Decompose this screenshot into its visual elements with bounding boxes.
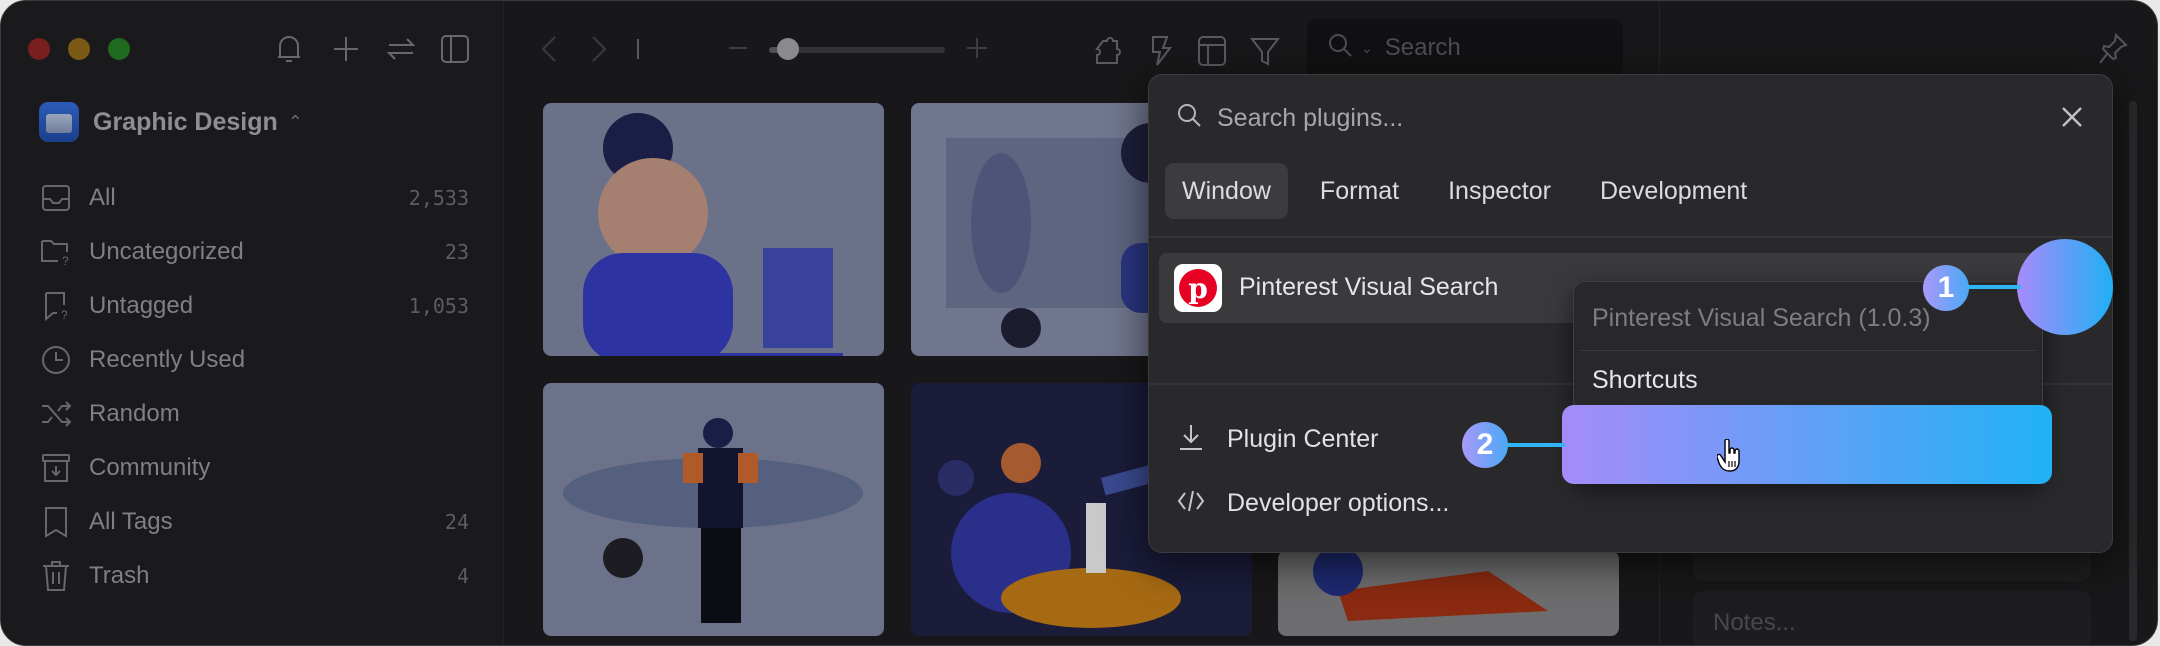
search-icon — [1327, 32, 1355, 65]
highlight-ring — [2017, 239, 2113, 335]
svg-text:?: ? — [61, 308, 68, 321]
sidebar-item-uncategorized[interactable]: ? Uncategorized 23 — [39, 232, 469, 272]
inbox-icon — [39, 181, 73, 215]
shuffle-icon — [39, 397, 73, 431]
sidebar-item-count: 1,053 — [408, 294, 469, 318]
bookmark-icon — [39, 505, 73, 539]
swap-icon[interactable] — [386, 34, 416, 64]
plugin-tabs: Window Format Inspector Development — [1165, 163, 1779, 219]
plugin-center-label: Plugin Center — [1227, 425, 1379, 453]
scrollbar[interactable] — [2129, 101, 2137, 641]
sidebar-item-label: Uncategorized — [89, 238, 244, 265]
developer-options-label: Developer options... — [1227, 489, 1450, 517]
sidebar-item-trash[interactable]: Trash 4 — [39, 556, 469, 596]
back-arrow-icon[interactable] — [539, 33, 559, 70]
pin-icon[interactable] — [2098, 33, 2128, 65]
sidebar-item-recently-used[interactable]: Recently Used — [39, 340, 469, 380]
pinterest-logo-icon: p — [1174, 264, 1222, 312]
zoom-in-icon[interactable] — [966, 37, 988, 64]
sidebar-item-label: Trash — [89, 562, 150, 589]
thumbnail-6[interactable] — [1278, 551, 1619, 636]
sidebar-item-label: All Tags — [89, 508, 173, 535]
plugin-search-field[interactable]: Search plugins... — [1177, 103, 1403, 134]
plus-icon[interactable] — [331, 34, 361, 64]
sidebar-item-all-tags[interactable]: All Tags 24 — [39, 502, 469, 542]
thumbnail-4[interactable] — [543, 383, 884, 636]
folder-question-icon: ? — [39, 235, 73, 269]
notes-field[interactable]: Notes... — [1693, 591, 2091, 645]
sidebar-item-untagged[interactable]: ? Untagged 1,053 — [39, 286, 469, 326]
sidebar-item-random[interactable]: Random — [39, 394, 469, 434]
plugin-center-link[interactable]: Plugin Center — [1177, 423, 1378, 456]
archive-download-icon — [39, 451, 73, 485]
menu-item-shortcuts[interactable]: Shortcuts — [1592, 366, 1698, 395]
sidebar-item-label: Community — [89, 454, 211, 481]
sidebar-item-label: Recently Used — [89, 346, 246, 373]
lightning-icon[interactable] — [1149, 35, 1173, 72]
step-badge-1: 1 — [1923, 265, 1969, 311]
close-window-button[interactable] — [28, 38, 50, 60]
plugin-search-placeholder: Search plugins... — [1217, 104, 1404, 132]
download-icon — [1177, 423, 1205, 456]
close-icon[interactable] — [2060, 105, 2084, 134]
tab-format[interactable]: Format — [1303, 163, 1416, 219]
tab-window[interactable]: Window — [1165, 163, 1288, 219]
sidebar-item-all[interactable]: All 2,533 — [39, 178, 469, 218]
sidebar-item-label: Untagged — [89, 292, 194, 319]
step-badge-2: 2 — [1462, 422, 1508, 468]
library-switcher[interactable]: Graphic Design ⌃ — [39, 102, 303, 142]
annotation-connector — [1966, 285, 2021, 289]
library-icon — [39, 102, 79, 142]
svg-text:?: ? — [62, 254, 69, 267]
bell-icon[interactable] — [274, 33, 304, 65]
tab-development[interactable]: Development — [1583, 163, 1764, 219]
clock-icon — [39, 343, 73, 377]
divider — [1149, 236, 2112, 238]
trash-icon — [39, 559, 73, 593]
search-placeholder: Search — [1384, 34, 1461, 61]
sidebar-item-count: 24 — [444, 510, 469, 534]
filter-icon[interactable] — [1249, 35, 1281, 72]
app-window: Graphic Design ⌃ All 2,533 ? Uncategoriz… — [0, 0, 2158, 646]
code-icon — [1177, 487, 1205, 520]
forward-arrow-icon[interactable] — [589, 33, 609, 70]
slider-knob[interactable] — [777, 38, 799, 60]
sidebar-item-community[interactable]: Community — [39, 448, 469, 488]
layout-icon[interactable] — [1197, 35, 1227, 72]
developer-options-link[interactable]: Developer options... — [1177, 487, 1449, 520]
zoom-out-icon[interactable] — [729, 47, 747, 49]
sidebar: Graphic Design ⌃ All 2,533 ? Uncategoriz… — [1, 1, 504, 645]
menu-separator — [1580, 350, 2036, 351]
sidebar-item-count: 2,533 — [408, 186, 469, 210]
sidebar-item-label: All — [89, 184, 116, 211]
sidebar-toggle-icon[interactable] — [440, 34, 470, 64]
sidebar-item-count: 23 — [444, 240, 469, 264]
thumbnail-1[interactable] — [543, 103, 884, 356]
minimize-window-button[interactable] — [68, 38, 90, 60]
library-name: Graphic Design — [93, 107, 278, 136]
annotation-connector — [1501, 443, 1565, 447]
sidebar-item-label: Random — [89, 400, 180, 427]
plugin-name: Pinterest Visual Search — [1239, 273, 1499, 301]
chevron-updown-icon: ⌃ — [287, 111, 303, 132]
context-menu-title: Pinterest Visual Search (1.0.3) — [1592, 304, 1931, 332]
zoom-window-button[interactable] — [108, 38, 130, 60]
tag-question-icon: ? — [39, 289, 73, 323]
hand-cursor-icon — [1716, 438, 1743, 481]
tab-inspector[interactable]: Inspector — [1431, 163, 1568, 219]
chevron-down-icon: ⌄ — [1361, 39, 1373, 56]
sidebar-item-count: 4 — [456, 564, 469, 588]
search-icon — [1177, 103, 1203, 134]
highlight-box — [1562, 405, 2052, 484]
toolbar-separator — [637, 39, 639, 59]
notes-placeholder: Notes... — [1713, 609, 1796, 636]
search-field[interactable]: ⌄ Search — [1307, 19, 1623, 77]
puzzle-icon[interactable] — [1093, 35, 1125, 72]
